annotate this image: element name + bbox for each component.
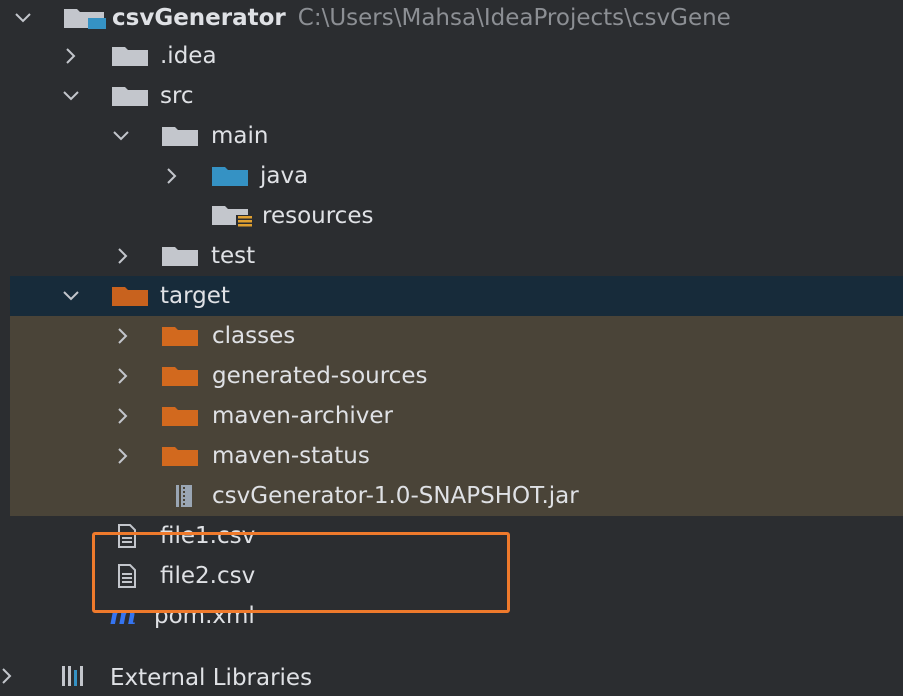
tree-item-main[interactable]: main — [10, 116, 903, 156]
chevron-right-icon[interactable] — [114, 436, 132, 476]
tree-item-label: src — [160, 83, 194, 109]
excluded-folder-icon — [160, 316, 200, 356]
tree-item-label: maven-status — [212, 443, 370, 469]
jar-icon — [174, 476, 196, 516]
chevron-down-icon[interactable] — [112, 116, 130, 156]
resources-folder-icon — [210, 196, 256, 236]
tree-item-label: java — [260, 163, 309, 189]
chevron-right-icon[interactable] — [114, 316, 132, 356]
tree-item-label: generated-sources — [212, 363, 428, 389]
tree-item-src[interactable]: src — [10, 76, 903, 116]
tree-item-label: csvGenerator — [112, 5, 286, 31]
tree-item-generated-sources[interactable]: generated-sources — [10, 356, 903, 396]
excluded-folder-icon — [160, 436, 200, 476]
tree-item-java[interactable]: java — [10, 156, 903, 196]
folder-icon — [160, 236, 200, 276]
tree-item-jar[interactable]: csvGenerator-1.0-SNAPSHOT.jar — [10, 476, 903, 516]
chevron-down-icon[interactable] — [62, 76, 80, 116]
libraries-icon — [60, 664, 96, 692]
tree-item-label: csvGenerator-1.0-SNAPSHOT.jar — [212, 483, 579, 509]
chevron-right-icon[interactable] — [114, 396, 132, 436]
tree-item-label: test — [211, 243, 256, 269]
project-path: C:\Users\Mahsa\IdeaProjects\csvGene — [297, 5, 731, 31]
tree-item-target[interactable]: target — [10, 276, 903, 316]
tree-item-test[interactable]: test — [10, 236, 903, 276]
tree-item-label: resources — [262, 203, 374, 229]
excluded-folder-icon — [160, 396, 200, 436]
folder-icon — [110, 76, 150, 116]
folder-icon — [110, 36, 150, 76]
tree-item-label: .idea — [160, 43, 217, 69]
chevron-right-icon[interactable] — [114, 236, 132, 276]
tree-item-label: classes — [212, 323, 296, 349]
excluded-folder-icon — [160, 356, 200, 396]
module-folder-icon — [62, 0, 108, 36]
tree-item-label: main — [211, 123, 269, 149]
chevron-right-icon[interactable] — [163, 156, 181, 196]
chevron-down-icon[interactable] — [62, 276, 80, 316]
tree-item-label: maven-archiver — [212, 403, 394, 429]
tree-item-maven-status[interactable]: maven-status — [10, 436, 903, 476]
excluded-folder-icon — [110, 276, 150, 316]
folder-icon — [160, 116, 200, 156]
chevron-down-icon[interactable] — [14, 0, 32, 36]
highlight-annotation-box — [92, 532, 510, 613]
tree-item-root-csvgenerator[interactable]: csvGenerator C:\Users\Mahsa\IdeaProjects\… — [10, 0, 903, 36]
chevron-right-icon[interactable] — [114, 356, 132, 396]
chevron-right-icon[interactable] — [2, 664, 12, 690]
chevron-right-icon[interactable] — [62, 36, 80, 76]
tree-item-external-libraries[interactable]: External Libraries — [0, 656, 903, 692]
tree-item-label: External Libraries — [110, 665, 313, 691]
tree-item-maven-archiver[interactable]: maven-archiver — [10, 396, 903, 436]
tree-item-idea[interactable]: .idea — [10, 36, 903, 76]
tree-item-classes[interactable]: classes — [10, 316, 903, 356]
source-folder-icon — [210, 156, 250, 196]
tree-item-resources[interactable]: resources — [10, 196, 903, 236]
tree-item-label: target — [160, 283, 230, 309]
